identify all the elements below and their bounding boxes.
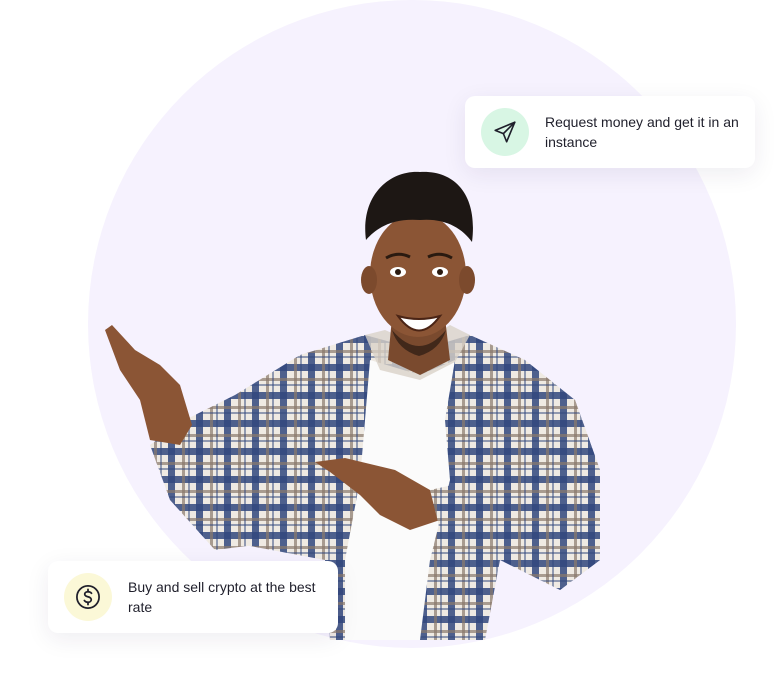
dollar-coin-icon <box>76 585 100 609</box>
request-money-card: Request money and get it in an instance <box>465 96 755 168</box>
send-icon-circle <box>481 108 529 156</box>
send-icon <box>494 121 516 143</box>
hero-illustration: Request money and get it in an instance … <box>0 0 780 680</box>
dollar-icon-circle <box>64 573 112 621</box>
crypto-card: Buy and sell crypto at the best rate <box>48 561 338 633</box>
crypto-text: Buy and sell crypto at the best rate <box>128 579 316 615</box>
request-money-text: Request money and get it in an instance <box>545 114 739 150</box>
